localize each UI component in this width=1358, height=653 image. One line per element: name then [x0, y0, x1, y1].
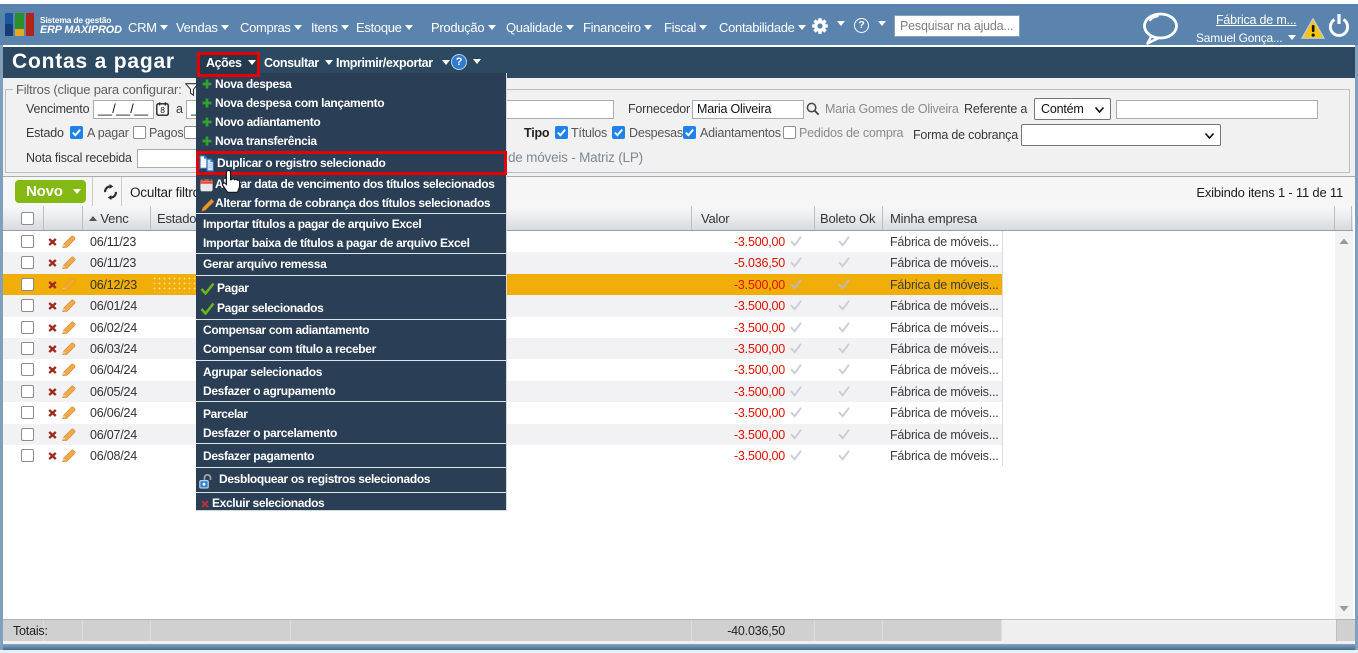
svg-text:8: 8 — [160, 105, 165, 115]
